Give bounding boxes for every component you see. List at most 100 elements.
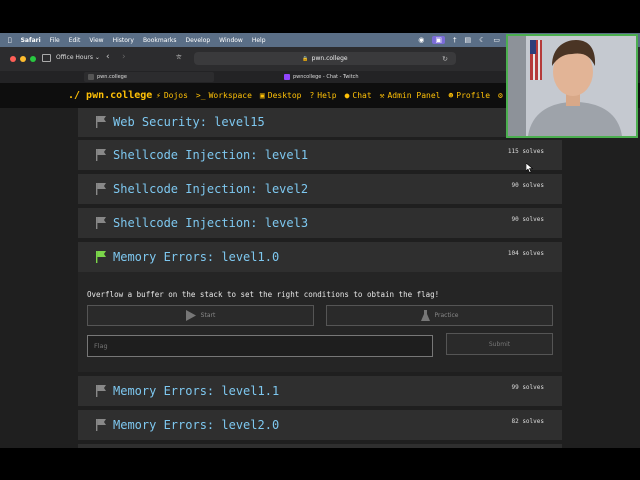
- nav-dojos[interactable]: ⚡ Dojos: [156, 91, 188, 100]
- nav-help[interactable]: ? Help: [309, 91, 336, 100]
- battery-icon: ▭: [493, 36, 500, 44]
- mouse-cursor-icon: [526, 163, 533, 173]
- pwncollege-favicon: [88, 74, 94, 80]
- challenge-header[interactable]: Web Security: level15: [78, 108, 562, 137]
- tab-label: pwn.college: [97, 74, 127, 80]
- address-text: pwn.college: [311, 55, 348, 62]
- solve-count: 115 solves: [507, 148, 544, 155]
- challenge-title: Shellcode Injection: level2: [113, 182, 309, 196]
- card-icon[interactable]: ▤: [464, 36, 471, 44]
- flag-input[interactable]: [87, 335, 433, 357]
- nav-desktop[interactable]: ▣ Desktop: [260, 91, 302, 100]
- challenge-item[interactable]: Shellcode Injection: level1 115 solves: [78, 140, 562, 170]
- flag-icon: [96, 116, 106, 128]
- address-bar[interactable]: 🔒 pwn.college ↻: [194, 52, 456, 65]
- start-label: Start: [200, 312, 216, 319]
- streamer-video-icon: [508, 36, 636, 136]
- nav-workspace[interactable]: >_ Workspace: [196, 91, 252, 100]
- menu-window[interactable]: Window: [219, 37, 243, 44]
- lightning-icon: ⚡: [156, 91, 161, 100]
- nav-settings[interactable]: ⚙: [498, 91, 503, 100]
- solve-count: 90 solves: [511, 216, 544, 223]
- tab-group-selector[interactable]: Office Hours ⌄: [56, 54, 100, 61]
- flag-icon: [96, 149, 106, 161]
- nav-label: Profile: [456, 91, 491, 100]
- challenge-item-expanded: Memory Errors: level1.0 104 solves Overf…: [78, 242, 562, 372]
- tab-group-label: Office Hours: [56, 54, 93, 61]
- nav-chat[interactable]: ● Chat: [345, 91, 372, 100]
- flag-icon: [96, 419, 106, 431]
- challenge-header[interactable]: Memory Errors: level1.0 104 solves: [78, 242, 562, 272]
- nav-label: Workspace: [208, 91, 252, 100]
- tab-twitch-chat[interactable]: pwncollege - Chat - Twitch: [280, 72, 430, 82]
- nav-label: Chat: [352, 91, 372, 100]
- user-icon: ☻: [448, 91, 454, 100]
- solved-flag-icon: [96, 251, 106, 263]
- screen-record-icon[interactable]: ◉: [418, 36, 424, 44]
- menu-view[interactable]: View: [89, 37, 103, 44]
- challenge-header[interactable]: Memory Errors: level2.0 82 solves: [78, 410, 562, 440]
- tab-pwncollege[interactable]: pwn.college: [84, 72, 214, 82]
- challenge-item[interactable]: Web Security: level15: [78, 108, 562, 137]
- status-icons: ◉ ▣ † ▤ ☾ ▭: [418, 33, 500, 47]
- start-button[interactable]: Start: [87, 305, 314, 326]
- challenge-item[interactable]: Shellcode Injection: level2 90 solves: [78, 174, 562, 204]
- twitch-favicon: [284, 74, 290, 80]
- challenge-item[interactable]: Memory Errors: level1.1 99 solves: [78, 376, 562, 406]
- challenge-header[interactable]: Memory Errors: level1.1 99 solves: [78, 376, 562, 406]
- challenge-title: Shellcode Injection: level3: [113, 216, 309, 230]
- gear-icon: ⚙: [498, 91, 503, 100]
- challenge-header[interactable]: Shellcode Injection: level3 90 solves: [78, 208, 562, 238]
- menu-develop[interactable]: Develop: [185, 37, 210, 44]
- site-brand[interactable]: ./ pwn.college: [68, 90, 152, 101]
- nav-label: Admin Panel: [387, 91, 441, 100]
- menu-bookmarks[interactable]: Bookmarks: [143, 37, 177, 44]
- nav-admin-panel[interactable]: ⚒ Admin Panel: [380, 91, 441, 100]
- challenge-list: Web Security: level15 Shellcode Injectio…: [0, 108, 640, 448]
- monitor-icon: ▣: [259, 91, 265, 100]
- submit-button[interactable]: Submit: [446, 333, 553, 355]
- menu-history[interactable]: History: [113, 37, 134, 44]
- nav-profile[interactable]: ☻ Profile: [448, 91, 490, 100]
- menu-help[interactable]: Help: [252, 37, 266, 44]
- zoom-window-button[interactable]: [30, 56, 36, 62]
- flag-icon: [96, 217, 106, 229]
- reload-icon[interactable]: ↻: [442, 55, 448, 63]
- practice-label: Practice: [434, 312, 459, 319]
- challenge-header[interactable]: Shellcode Injection: level1 115 solves: [78, 140, 562, 170]
- nav-label: Help: [317, 91, 337, 100]
- forward-button[interactable]: ›: [122, 52, 126, 62]
- submit-label: Submit: [488, 340, 511, 348]
- type-icon[interactable]: †: [453, 36, 457, 44]
- back-button[interactable]: ‹: [106, 52, 110, 62]
- solve-count: 90 solves: [511, 182, 544, 189]
- flag-icon: [96, 183, 106, 195]
- challenge-item[interactable]: Shellcode Injection: level3 90 solves: [78, 208, 562, 238]
- menu-edit[interactable]: Edit: [69, 37, 81, 44]
- flask-icon: [420, 310, 430, 321]
- challenge-title: Shellcode Injection: level1: [113, 148, 309, 162]
- challenge-title: Memory Errors: level1.0: [113, 250, 280, 264]
- webcam-overlay: [506, 34, 638, 138]
- challenge-header[interactable]: Shellcode Injection: level2 90 solves: [78, 174, 562, 204]
- video-icon[interactable]: ▣: [432, 36, 445, 44]
- challenge-item[interactable]: Memory Errors: level2.0 82 solves: [78, 410, 562, 440]
- menu-app-name[interactable]: Safari: [21, 37, 41, 44]
- wrench-icon: ⚒: [379, 91, 385, 100]
- minimize-window-button[interactable]: [20, 56, 26, 62]
- chevron-down-icon: ⌄: [94, 54, 100, 61]
- practice-button[interactable]: Practice: [326, 305, 553, 326]
- shield-icon[interactable]: ⛦: [176, 53, 182, 62]
- close-window-button[interactable]: [10, 56, 16, 62]
- menu-file[interactable]: File: [50, 37, 60, 44]
- solve-count: 99 solves: [511, 384, 544, 391]
- chat-icon: ●: [344, 91, 350, 100]
- sidebar-icon[interactable]: [42, 54, 51, 62]
- moon-icon[interactable]: ☾: [479, 36, 485, 44]
- site-nav-links: ⚡ Dojos >_ Workspace ▣ Desktop ? Help ● Chat …: [156, 91, 503, 100]
- letterbox-bottom: [0, 448, 640, 480]
- apple-icon[interactable]: : [8, 37, 12, 44]
- solve-count: 82 solves: [511, 418, 544, 425]
- play-icon: [185, 310, 196, 321]
- solve-count: 104 solves: [507, 250, 544, 257]
